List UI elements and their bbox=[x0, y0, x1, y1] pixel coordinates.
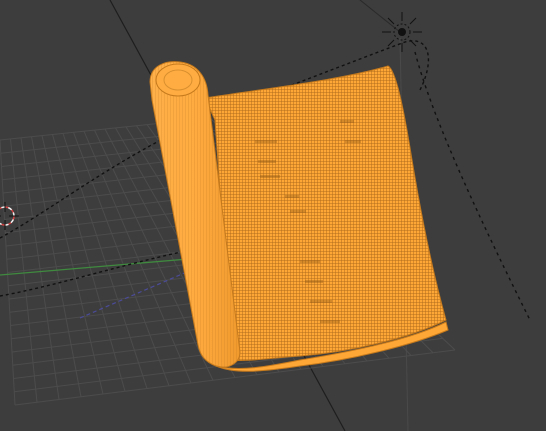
grid-line bbox=[31, 136, 82, 397]
3d-viewport[interactable] bbox=[0, 0, 546, 431]
3d-cursor-icon[interactable] bbox=[0, 202, 19, 230]
rolled-scroll-mesh[interactable] bbox=[149, 61, 449, 372]
grid-line bbox=[20, 137, 60, 400]
sun-lamp-icon[interactable] bbox=[382, 12, 422, 52]
grid-line bbox=[41, 135, 104, 395]
scroll-roll-end bbox=[155, 63, 201, 97]
viewport-canvas[interactable] bbox=[0, 0, 546, 431]
world-axes bbox=[0, 257, 211, 319]
grid-line bbox=[0, 139, 16, 406]
grid-line bbox=[10, 138, 38, 403]
grid-line bbox=[62, 133, 148, 389]
